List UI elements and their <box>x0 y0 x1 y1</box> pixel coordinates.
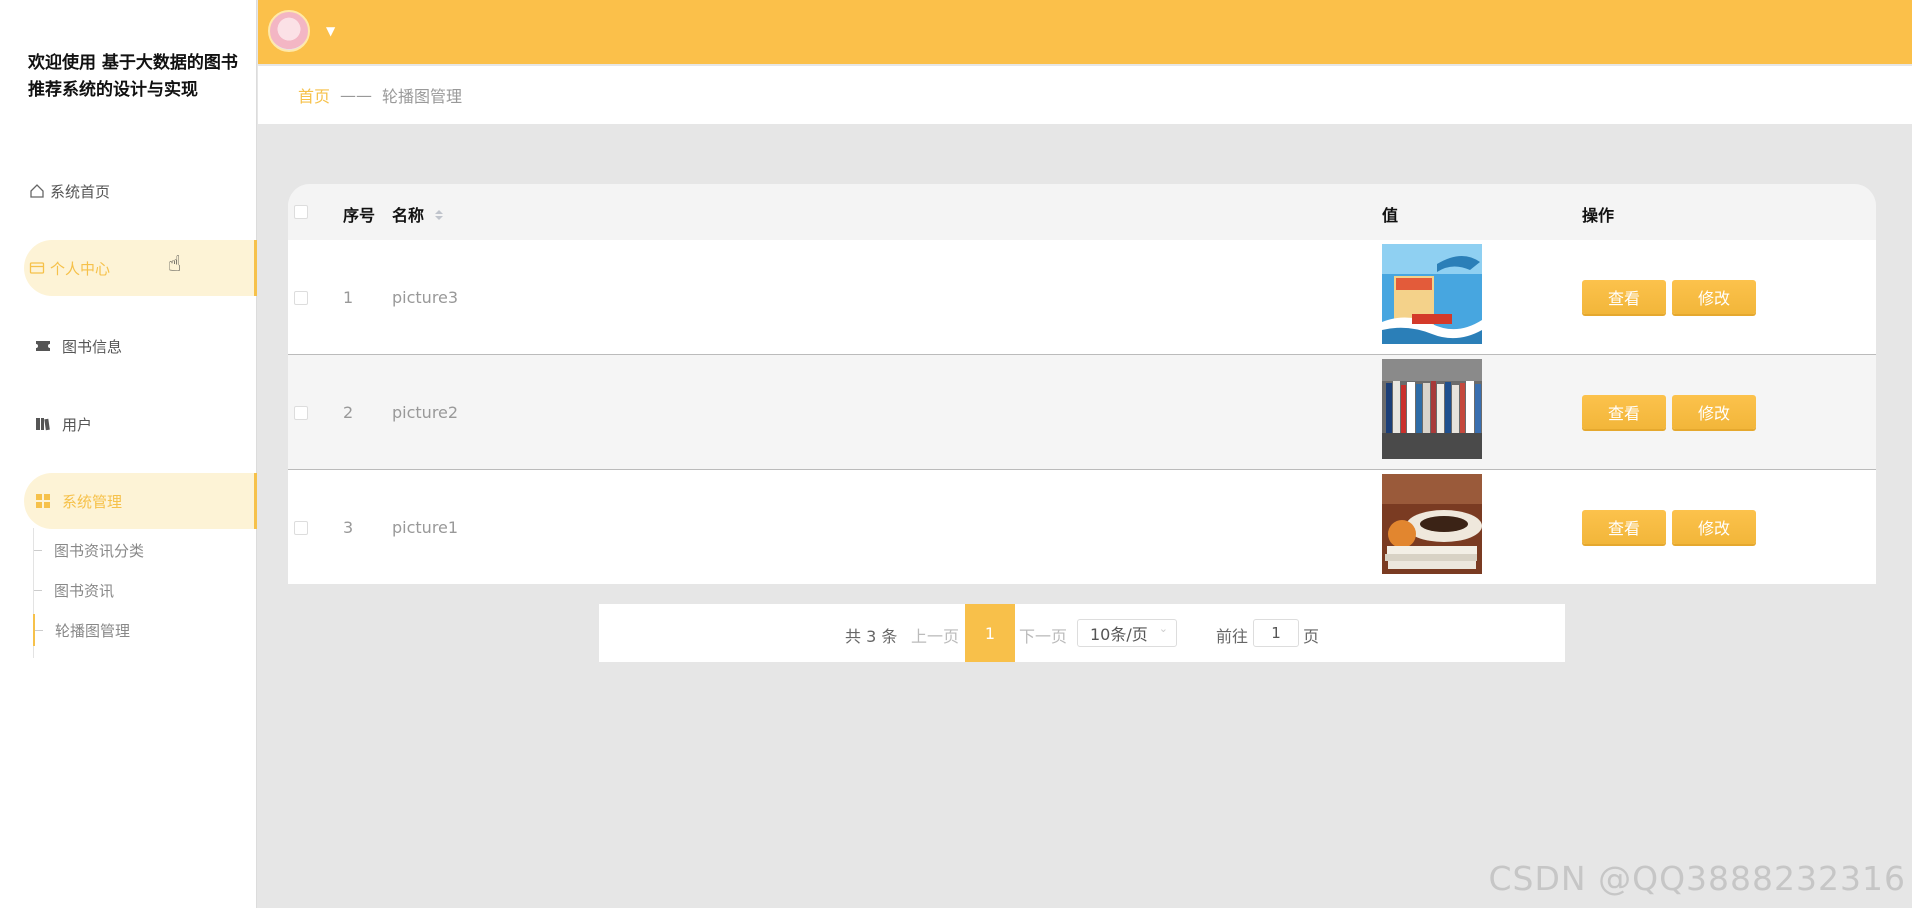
edit-button[interactable]: 修改 <box>1672 280 1756 314</box>
view-button[interactable]: 查看 <box>1582 280 1666 314</box>
chevron-down-icon: ⌄ <box>1158 622 1168 635</box>
table-row: 1 picture3 查看 修改 <box>288 240 1876 355</box>
avatar[interactable] <box>268 10 310 52</box>
page-size-select[interactable]: 10条/页 ⌄ <box>1077 619 1177 647</box>
sort-icon[interactable] <box>434 209 444 221</box>
sidebar-item-label: 个人中心 <box>50 259 111 278</box>
submenu-item-carousel[interactable]: 轮播图管理 <box>33 614 257 646</box>
row-checkbox[interactable] <box>294 521 308 535</box>
thumbnail-image[interactable] <box>1382 359 1482 459</box>
watermark: CSDN @QQ3888232316 <box>1488 859 1906 898</box>
grid-icon <box>34 492 52 510</box>
table-header: 序号 名称 值 操作 <box>288 184 1876 240</box>
sidebar-item-label: 系统管理 <box>62 492 123 511</box>
app-title: 欢迎使用 基于大数据的图书推荐系统的设计与实现 <box>28 53 238 100</box>
pagination: 共 3 条 上一页 1 下一页 10条/页 ⌄ 前往 页 <box>599 604 1565 662</box>
caret-down-icon[interactable]: ▼ <box>326 24 335 38</box>
sidebar-item-label: 系统首页 <box>50 182 111 201</box>
goto-label: 前往 <box>1216 627 1249 646</box>
table-row: 2 picture2 查看 修改 <box>288 355 1876 470</box>
view-button[interactable]: 查看 <box>1582 395 1666 429</box>
page-number-current[interactable]: 1 <box>965 604 1015 662</box>
submenu-item-news[interactable]: 图书资讯 <box>34 574 258 606</box>
submenu-item-label: 图书资讯 <box>54 581 115 600</box>
row-name: picture1 <box>392 518 459 537</box>
sidebar-item-system[interactable]: 系统管理 <box>24 473 257 529</box>
thumbnail-image[interactable] <box>1382 244 1482 344</box>
sidebar-item-book-info[interactable]: 图书信息 <box>0 318 257 374</box>
table-row: 3 picture1 查看 修改 <box>288 470 1876 584</box>
sidebar-item-label: 图书信息 <box>62 337 123 356</box>
sidebar-item-home[interactable]: 系统首页 <box>0 163 257 219</box>
view-button[interactable]: 查看 <box>1582 510 1666 544</box>
row-name: picture3 <box>392 288 459 307</box>
column-header-actions: 操作 <box>1582 206 1615 225</box>
row-index: 3 <box>343 518 354 537</box>
card-icon <box>28 259 46 277</box>
pagination-total: 共 3 条 <box>845 627 898 646</box>
breadcrumb: 首页 —— 轮播图管理 <box>258 66 1912 124</box>
ticket-icon <box>34 337 52 355</box>
submenu-item-label: 图书资讯分类 <box>54 541 145 560</box>
thumbnail-image[interactable] <box>1382 474 1482 574</box>
next-page-button[interactable]: 下一页 <box>1019 623 1067 647</box>
goto-unit: 页 <box>1303 627 1320 646</box>
sidebar-item-users[interactable]: 用户 <box>0 396 257 452</box>
breadcrumb-current: 轮播图管理 <box>382 87 463 106</box>
home-icon <box>28 182 46 200</box>
column-header-index: 序号 <box>343 206 376 225</box>
goto-page-input[interactable] <box>1253 619 1299 647</box>
edit-button[interactable]: 修改 <box>1672 395 1756 429</box>
row-checkbox[interactable] <box>294 291 308 305</box>
prev-page-button[interactable]: 上一页 <box>911 623 959 647</box>
row-index: 2 <box>343 403 354 422</box>
sidebar-item-profile[interactable]: 个人中心 <box>24 240 257 296</box>
row-name: picture2 <box>392 403 459 422</box>
column-header-name[interactable]: 名称 <box>392 202 444 226</box>
row-index: 1 <box>343 288 354 307</box>
sidebar-item-label: 用户 <box>62 415 93 434</box>
page-size-value: 10条/页 <box>1090 625 1148 644</box>
carousel-table: 序号 名称 值 操作 1 picture3 查看 修改 2 picture2 查… <box>288 184 1876 584</box>
system-submenu: 图书资讯分类 图书资讯 轮播图管理 <box>33 528 257 658</box>
breadcrumb-separator: —— <box>340 85 373 105</box>
submenu-item-news-category[interactable]: 图书资讯分类 <box>34 534 258 566</box>
select-all-checkbox[interactable] <box>294 205 308 219</box>
column-header-value: 值 <box>1382 206 1399 225</box>
pointer-cursor-icon: ☝ <box>168 252 182 277</box>
submenu-item-label: 轮播图管理 <box>55 621 131 640</box>
edit-button[interactable]: 修改 <box>1672 510 1756 544</box>
breadcrumb-home[interactable]: 首页 <box>298 83 330 107</box>
top-bar: ▼ <box>258 0 1912 64</box>
sidebar: 欢迎使用 基于大数据的图书推荐系统的设计与实现 系统首页 个人中心 图书信息 用… <box>0 0 257 908</box>
book-icon <box>34 415 52 433</box>
row-checkbox[interactable] <box>294 406 308 420</box>
